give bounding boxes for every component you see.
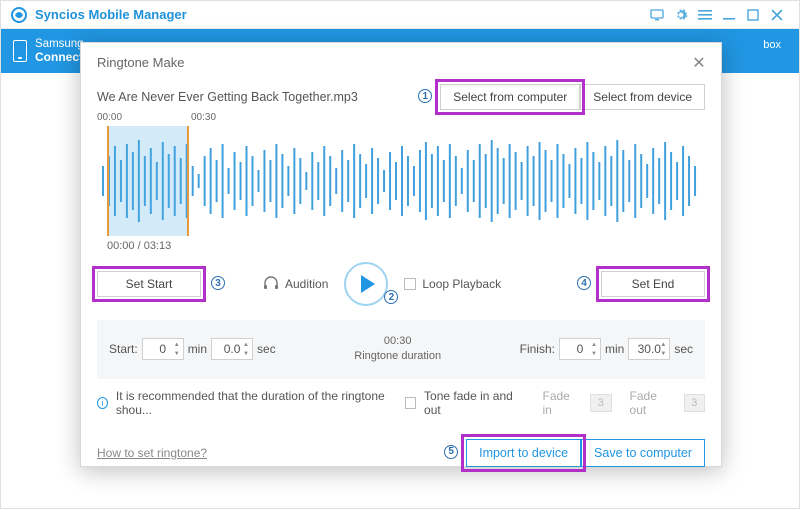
ringtone-make-modal: Ringtone Make ✕ We Are Never Ever Gettin… (80, 42, 722, 467)
audio-filename: We Are Never Ever Getting Back Together.… (97, 90, 440, 104)
toolbox-icon-label: box (763, 39, 781, 51)
annotation-4: 4 (577, 276, 591, 290)
minimize-icon[interactable] (717, 1, 741, 29)
app-logo-icon (11, 7, 27, 23)
modal-title: Ringtone Make (81, 43, 721, 78)
gear-icon[interactable] (669, 1, 693, 29)
start-min-input[interactable]: 0▲▼ (142, 338, 184, 360)
select-from-computer-button[interactable]: Select from computer (440, 84, 580, 110)
waveform-editor[interactable]: 00:00 00:30 (97, 126, 705, 236)
min-unit: min (188, 342, 207, 356)
start-sec-input[interactable]: 0.0▲▼ (211, 338, 253, 360)
duration-panel: Start: 0▲▼ min 0.0▲▼ sec 00:30 Ringtone … (97, 320, 705, 379)
device-tile[interactable]: Samsung Connect (13, 38, 84, 64)
playback-time-status: 00:00 / 03:13 (107, 240, 721, 252)
set-end-button[interactable]: Set End (601, 271, 705, 297)
finish-label: Finish: (520, 342, 555, 356)
tone-fade-checkbox[interactable] (405, 397, 416, 409)
app-title: Syncios Mobile Manager (35, 7, 187, 22)
device-status: Connect (35, 50, 84, 64)
selection-range[interactable] (107, 126, 189, 236)
finish-sec-input[interactable]: 30.0▲▼ (628, 338, 670, 360)
audition-label: Audition (285, 277, 328, 291)
annotation-2: 2 (384, 290, 398, 304)
how-to-link[interactable]: How to set ringtone? (97, 446, 207, 460)
selection-start-label: 00:00 (97, 112, 122, 123)
save-to-computer-button[interactable]: Save to computer (581, 439, 705, 467)
select-from-device-button[interactable]: Select from device (580, 84, 705, 110)
play-button[interactable] (344, 262, 388, 306)
annotation-5: 5 (444, 445, 458, 459)
headphone-icon (263, 276, 279, 293)
titlebar: Syncios Mobile Manager (1, 1, 799, 29)
fade-in-value[interactable]: 3 (590, 394, 612, 412)
sec-unit: sec (257, 342, 276, 356)
menu-icon[interactable] (693, 1, 717, 29)
fade-out-value[interactable]: 3 (684, 394, 706, 412)
selection-end-label: 00:30 (191, 112, 216, 123)
ringtone-duration-label: Ringtone duration (276, 349, 520, 364)
close-icon[interactable] (765, 1, 789, 29)
finish-min-input[interactable]: 0▲▼ (559, 338, 601, 360)
checkbox-icon (404, 278, 416, 290)
modal-close-icon[interactable]: ✕ (689, 53, 709, 73)
loop-label: Loop Playback (422, 277, 501, 291)
screen-icon[interactable] (645, 1, 669, 29)
annotation-3: 3 (211, 276, 225, 290)
fade-in-label: Fade in (543, 389, 579, 417)
min-unit-2: min (605, 342, 624, 356)
sec-unit-2: sec (674, 342, 693, 356)
recommendation-text: It is recommended that the duration of t… (116, 389, 389, 417)
loop-playback-checkbox[interactable]: Loop Playback (404, 277, 501, 291)
import-to-device-button[interactable]: Import to device (466, 439, 581, 467)
start-label: Start: (109, 342, 138, 356)
app-window: Syncios Mobile Manager Samsung Connect b… (0, 0, 800, 509)
ringtone-duration-time: 00:30 (276, 334, 520, 349)
audition-button[interactable]: Audition (263, 276, 328, 293)
info-icon: i (97, 397, 108, 409)
set-start-button[interactable]: Set Start (97, 271, 201, 297)
fade-out-label: Fade out (630, 389, 672, 417)
device-name: Samsung (35, 38, 84, 50)
maximize-icon[interactable] (741, 1, 765, 29)
phone-icon (13, 40, 27, 62)
tone-fade-label: Tone fade in and out (424, 389, 520, 417)
